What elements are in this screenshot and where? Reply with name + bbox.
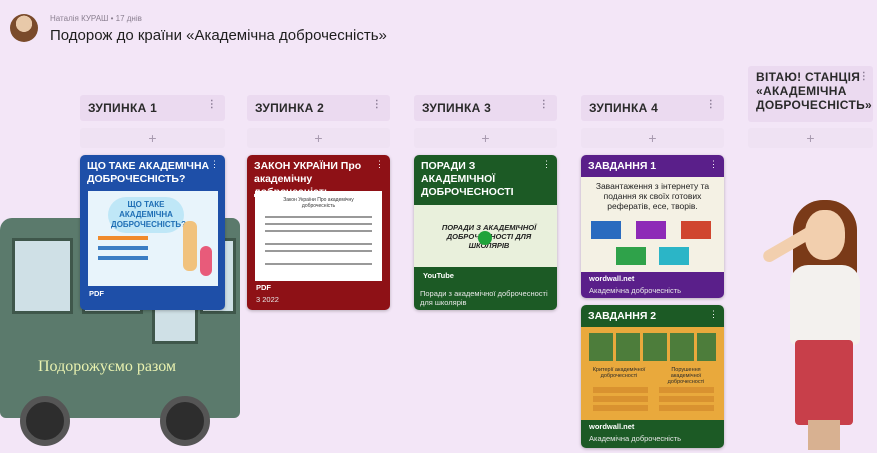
card-title: ЩО ТАКЕ АКАДЕМІЧНА ДОБРОЧЕСНІСТЬ? — [87, 160, 210, 185]
card-caption: Академічна доброчесність — [589, 434, 682, 443]
column-title: ЗУПИНКА 2 — [255, 101, 325, 115]
more-icon[interactable]: ⋮ — [539, 99, 549, 110]
thumbnail-figure — [183, 221, 197, 271]
thumbnail-block — [659, 247, 689, 265]
source-badge: wordwall.net — [589, 274, 635, 283]
video-thumbnail[interactable]: ПОРАДИ З АКАДЕМІЧНОЇ ДОБРОЧЕСНОСТІ ДЛЯ Ш… — [414, 205, 557, 267]
more-icon[interactable]: ⋮ — [210, 159, 219, 170]
card-title: ПОРАДИ З АКАДЕМІЧНОЇ ДОБРОЧЕСНОСТІ — [421, 160, 514, 198]
add-post-button[interactable]: + — [748, 128, 873, 148]
card-caption: 3 2022 — [256, 295, 279, 304]
avatar[interactable] — [10, 14, 38, 42]
card-thumbnail: Завантаження з інтернету та подання як с… — [581, 177, 724, 272]
thumbnail-heading: Закон України Про академічну доброчесніс… — [283, 197, 354, 209]
column-header-4[interactable]: ЗУПИНКА 4 ⋮ — [581, 95, 724, 121]
thumbnail-label: Критерії академічної доброчесності — [592, 367, 646, 379]
bus-text: Подорожуємо разом — [38, 358, 177, 375]
more-icon[interactable]: ⋮ — [207, 99, 217, 110]
card-title: ЗАВДАННЯ 2 — [588, 310, 657, 322]
card-caption: Поради з академічної доброчесності для ш… — [420, 289, 548, 307]
source-badge: wordwall.net — [589, 422, 635, 431]
card-thumbnail: Критерії академічної доброчесності Поруш… — [581, 327, 724, 420]
bus-wheel — [160, 396, 210, 446]
thumbnail-line — [265, 250, 372, 252]
thumbnail-heading: Завантаження з інтернету та подання як с… — [595, 181, 710, 211]
card-thumbnail: Закон України Про академічну доброчесніс… — [255, 191, 382, 281]
bus-window — [12, 238, 73, 314]
teacher-face — [805, 210, 845, 260]
board-title: Подорож до країни «Академічна доброчесні… — [50, 27, 387, 44]
file-type-badge: PDF — [89, 289, 104, 298]
teacher-body — [790, 265, 860, 345]
thumbnail-line — [98, 236, 148, 240]
thumbnail-block — [616, 247, 646, 265]
column-title: ЗУПИНКА 4 — [589, 101, 659, 115]
add-post-button[interactable]: + — [247, 128, 390, 148]
column-header-2[interactable]: ЗУПИНКА 2 ⋮ — [247, 95, 390, 121]
more-icon[interactable]: ⋮ — [375, 159, 384, 170]
source-badge: YouTube — [423, 271, 454, 280]
thumbnail-line — [265, 223, 372, 225]
thumbnail-heading: ЩО ТАКЕ АКАДЕМІЧНА ДОБРОЧЕСНІСТЬ? — [108, 197, 186, 233]
more-icon[interactable]: ⋮ — [706, 99, 716, 110]
thumbnail-block — [591, 221, 621, 239]
thumbnail-line — [265, 216, 372, 218]
thumbnail-line — [98, 256, 148, 260]
more-icon[interactable]: ⋮ — [372, 99, 382, 110]
add-post-button[interactable]: + — [80, 128, 225, 148]
thumbnail-block — [593, 387, 648, 413]
add-post-button[interactable]: + — [414, 128, 557, 148]
thumbnail-block — [636, 221, 666, 239]
post-card-1[interactable]: ЩО ТАКЕ АКАДЕМІЧНА ДОБРОЧЕСНІСТЬ? ⋮ ЩО Т… — [80, 155, 225, 310]
file-type-badge: PDF — [256, 283, 271, 292]
thumbnail-figure — [200, 246, 212, 276]
thumbnail-block — [681, 221, 711, 239]
teacher-skirt — [795, 340, 853, 425]
column-header-1[interactable]: ЗУПИНКА 1 ⋮ — [80, 95, 225, 121]
thumbnail-line — [265, 230, 372, 232]
column-header-5[interactable]: ВІТАЮ! СТАНЦІЯ «АКАДЕМІЧНА ДОБРОЧЕСНІСТЬ… — [748, 66, 873, 122]
more-icon[interactable]: ⋮ — [859, 70, 869, 84]
column-header-3[interactable]: ЗУПИНКА 3 ⋮ — [414, 95, 557, 121]
card-caption: Академічна доброчесність — [589, 286, 682, 295]
post-card-3[interactable]: ПОРАДИ З АКАДЕМІЧНОЇ ДОБРОЧЕСНОСТІ ⋮ ПОР… — [414, 155, 557, 310]
more-icon[interactable]: ⋮ — [709, 159, 718, 170]
column-title: ЗУПИНКА 3 — [422, 101, 492, 115]
post-card-2[interactable]: ЗАКОН УКРАЇНИ Про академічну доброчесніс… — [247, 155, 390, 310]
thumbnail-block — [659, 387, 714, 413]
column-title: ВІТАЮ! СТАНЦІЯ «АКАДЕМІЧНА ДОБРОЧЕСНІСТЬ… — [756, 70, 872, 112]
card-thumbnail: ЩО ТАКЕ АКАДЕМІЧНА ДОБРОЧЕСНІСТЬ? — [88, 191, 218, 286]
post-card-5[interactable]: ЗАВДАННЯ 2 ⋮ Критерії академічної доброч… — [581, 305, 724, 448]
thumbnail-line — [265, 263, 372, 265]
post-card-4[interactable]: ЗАВДАННЯ 1 ⋮ Завантаження з інтернету та… — [581, 155, 724, 298]
thumbnail-block — [589, 333, 716, 361]
teacher-legs — [808, 420, 840, 450]
play-icon[interactable] — [478, 231, 492, 245]
bus-wheel — [20, 396, 70, 446]
more-icon[interactable]: ⋮ — [709, 309, 718, 320]
add-post-button[interactable]: + — [581, 128, 724, 148]
card-title: ЗАВДАННЯ 1 — [588, 160, 657, 172]
more-icon[interactable]: ⋮ — [542, 159, 551, 170]
thumbnail-line — [265, 243, 372, 245]
author-meta: Наталія КУРАШ • 17 днів — [50, 14, 142, 23]
thumbnail-label: Порушення академічної доброчесності — [667, 367, 705, 385]
thumbnail-line — [98, 246, 148, 250]
column-title: ЗУПИНКА 1 — [88, 101, 158, 115]
